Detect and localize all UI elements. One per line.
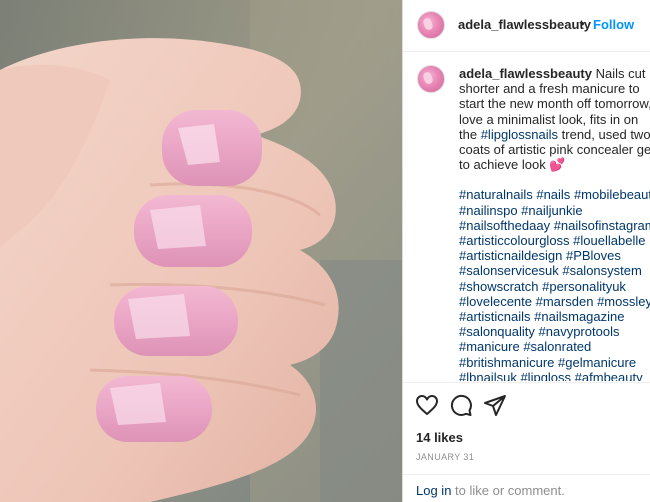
login-link[interactable]: Log in: [416, 483, 451, 498]
hashtag[interactable]: #artisticcolourgloss: [459, 233, 570, 248]
caption-hashtag[interactable]: #lipglossnails: [481, 127, 558, 142]
post-header: adela_flawlessbeauty • Follow: [403, 0, 650, 52]
comment-icon[interactable]: [449, 393, 475, 419]
header-separator: •: [580, 16, 585, 31]
hashtag[interactable]: #lbnailsuk: [459, 370, 517, 381]
hashtag[interactable]: #louellabelle: [573, 233, 645, 248]
hashtag[interactable]: #marsden: [536, 294, 594, 309]
hashtag[interactable]: #lovelecente: [459, 294, 532, 309]
post-date: JANUARY 31: [416, 452, 475, 462]
hashtag[interactable]: #PBloves: [566, 248, 621, 263]
hashtag[interactable]: #britishmanicure: [459, 355, 554, 370]
header-username[interactable]: adela_flawlessbeauty: [458, 17, 591, 32]
nail-1: [162, 110, 262, 186]
hashtag[interactable]: #nailsofinstagram: [554, 218, 650, 233]
hashtag[interactable]: #artisticnaildesign: [459, 248, 562, 263]
hashtag[interactable]: #gelmanicure: [558, 355, 636, 370]
hashtag[interactable]: #salonsystem: [562, 263, 641, 278]
hashtag[interactable]: #mossley: [597, 294, 650, 309]
hashtag-list: #naturalnails #nails #mobilebeauty #nail…: [459, 187, 650, 381]
hashtag[interactable]: #nailjunkie: [521, 203, 582, 218]
hashtag[interactable]: #naturalnails: [459, 187, 533, 202]
nail-2: [134, 195, 252, 267]
follow-button[interactable]: Follow: [593, 17, 634, 32]
post-sidebar: adela_flawlessbeauty • Follow adela_flaw…: [402, 0, 650, 502]
hashtag[interactable]: #afmbeauty: [575, 370, 643, 381]
heart-icon[interactable]: [415, 393, 441, 419]
avatar[interactable]: [417, 11, 445, 39]
divider: [403, 474, 650, 475]
likes-count[interactable]: 14 likes: [416, 430, 463, 445]
post-photo: [0, 0, 402, 502]
caption: adela_flawlessbeauty Nails cut shorter a…: [459, 66, 650, 381]
hashtag[interactable]: #nailsmagazine: [534, 309, 624, 324]
hashtag[interactable]: #personalityuk: [542, 279, 626, 294]
hashtag[interactable]: #salonrated: [523, 339, 591, 354]
hashtag[interactable]: #salonservicesuk: [459, 263, 559, 278]
hashtag[interactable]: #manicure: [459, 339, 520, 354]
hashtag[interactable]: #artisticnails: [459, 309, 531, 324]
caption-avatar[interactable]: [417, 65, 445, 93]
hashtag[interactable]: #lipgloss: [520, 370, 571, 381]
caption-username[interactable]: adela_flawlessbeauty: [459, 66, 592, 81]
hand-with-manicure-image: [0, 0, 402, 502]
hashtag[interactable]: #nails: [536, 187, 570, 202]
hashtag[interactable]: #showscratch: [459, 279, 538, 294]
nail-3: [114, 286, 238, 356]
login-prompt: Log in to like or comment.: [416, 483, 565, 498]
login-prompt-text: to like or comment.: [455, 483, 565, 498]
hashtag[interactable]: #navyprotools: [539, 324, 620, 339]
hashtag[interactable]: #salonquality: [459, 324, 535, 339]
nail-4: [96, 376, 212, 442]
hashtag[interactable]: #mobilebeauty: [574, 187, 650, 202]
hashtag[interactable]: #nailinspo: [459, 203, 518, 218]
share-icon[interactable]: [483, 393, 509, 419]
comments-area: adela_flawlessbeauty Nails cut shorter a…: [403, 53, 650, 381]
divider: [403, 382, 650, 383]
hashtag[interactable]: #nailsofthedaay: [459, 218, 550, 233]
